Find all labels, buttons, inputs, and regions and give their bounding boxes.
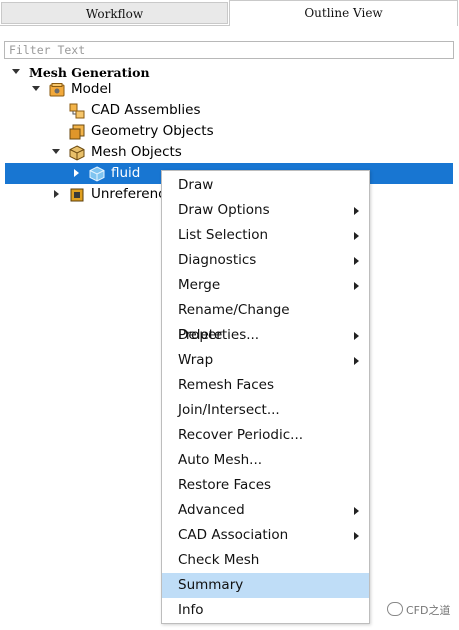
cad-assemblies-icon	[69, 103, 85, 119]
menu-item-label: Draw	[178, 177, 214, 193]
menu-item-label: Merge	[178, 277, 221, 293]
menu-item-summary[interactable]: Summary	[162, 573, 369, 598]
mesh-objects-icon	[69, 145, 85, 161]
menu-item-merge[interactable]: Merge	[162, 273, 369, 298]
wechat-icon	[387, 602, 403, 616]
model-icon	[49, 83, 65, 97]
menu-item-info[interactable]: Info	[162, 598, 369, 623]
mesh-object-icon	[89, 166, 105, 182]
menu-item-label: Remesh Faces	[178, 377, 274, 393]
submenu-arrow-icon	[354, 282, 359, 290]
menu-item-label: Wrap	[178, 352, 214, 368]
menu-item-label: Diagnostics	[178, 252, 257, 268]
submenu-arrow-icon	[354, 257, 359, 265]
menu-item-recover-periodic[interactable]: Recover Periodic...	[162, 423, 369, 448]
menu-item-label: Join/Intersect...	[178, 402, 280, 418]
menu-item-label: Info	[178, 602, 204, 618]
tree-node-label: fluid	[111, 165, 141, 181]
tree-node-label: Model	[71, 81, 112, 97]
tab-outline-view[interactable]: Outline View	[229, 0, 458, 26]
menu-item-delete[interactable]: Delete	[162, 323, 369, 348]
tree-node-label: Geometry Objects	[91, 123, 214, 139]
menu-item-label: List Selection	[178, 227, 269, 243]
watermark: CFD之道	[387, 602, 450, 618]
tree-node-label: Mesh Objects	[91, 144, 182, 160]
unreferenced-icon	[70, 188, 84, 202]
menu-item-label: Summary	[178, 577, 244, 593]
expand-toggle-icon[interactable]	[52, 148, 60, 156]
expand-toggle-icon[interactable]	[53, 190, 61, 198]
menu-item-label: Auto Mesh...	[178, 452, 263, 468]
menu-item-label: Recover Periodic...	[178, 427, 304, 443]
context-menu: Draw Draw Options List Selection Diagnos…	[161, 170, 370, 624]
tab-divider	[0, 25, 229, 26]
menu-item-restore-faces[interactable]: Restore Faces	[162, 473, 369, 498]
submenu-arrow-icon	[354, 232, 359, 240]
submenu-arrow-icon	[354, 207, 359, 215]
menu-item-cad-association[interactable]: CAD Association	[162, 523, 369, 548]
menu-item-auto-mesh[interactable]: Auto Mesh...	[162, 448, 369, 473]
menu-item-label: CAD Association	[178, 527, 289, 543]
menu-item-advanced[interactable]: Advanced	[162, 498, 369, 523]
menu-item-label: Advanced	[178, 502, 245, 518]
tab-bar: Workflow Outline View	[0, 0, 459, 26]
menu-item-draw[interactable]: Draw	[162, 173, 369, 198]
menu-item-label: Draw Options	[178, 202, 270, 218]
menu-item-label: Restore Faces	[178, 477, 272, 493]
expand-toggle-icon[interactable]	[12, 68, 20, 76]
menu-item-draw-options[interactable]: Draw Options	[162, 198, 369, 223]
submenu-arrow-icon	[354, 357, 359, 365]
menu-item-wrap[interactable]: Wrap	[162, 348, 369, 373]
tab-workflow[interactable]: Workflow	[1, 2, 228, 24]
expand-toggle-icon[interactable]	[32, 85, 40, 93]
menu-item-check-mesh[interactable]: Check Mesh	[162, 548, 369, 573]
menu-item-remesh-faces[interactable]: Remesh Faces	[162, 373, 369, 398]
tree-node-label: CAD Assemblies	[91, 102, 201, 118]
expand-toggle-icon[interactable]	[73, 169, 81, 177]
tree-node-label: Unreferenc	[91, 186, 166, 202]
submenu-arrow-icon	[354, 507, 359, 515]
menu-item-diagnostics[interactable]: Diagnostics	[162, 248, 369, 273]
menu-item-join-intersect[interactable]: Join/Intersect...	[162, 398, 369, 423]
menu-item-list-selection[interactable]: List Selection	[162, 223, 369, 248]
geometry-objects-icon	[69, 124, 85, 140]
submenu-arrow-icon	[354, 332, 359, 340]
menu-item-label: Delete	[178, 327, 223, 343]
menu-item-label: Check Mesh	[178, 552, 260, 568]
filter-input[interactable]	[4, 41, 454, 59]
watermark-text: CFD之道	[406, 604, 451, 617]
submenu-arrow-icon	[354, 532, 359, 540]
menu-item-rename-change-properties[interactable]: Rename/Change Properties...	[162, 298, 369, 343]
